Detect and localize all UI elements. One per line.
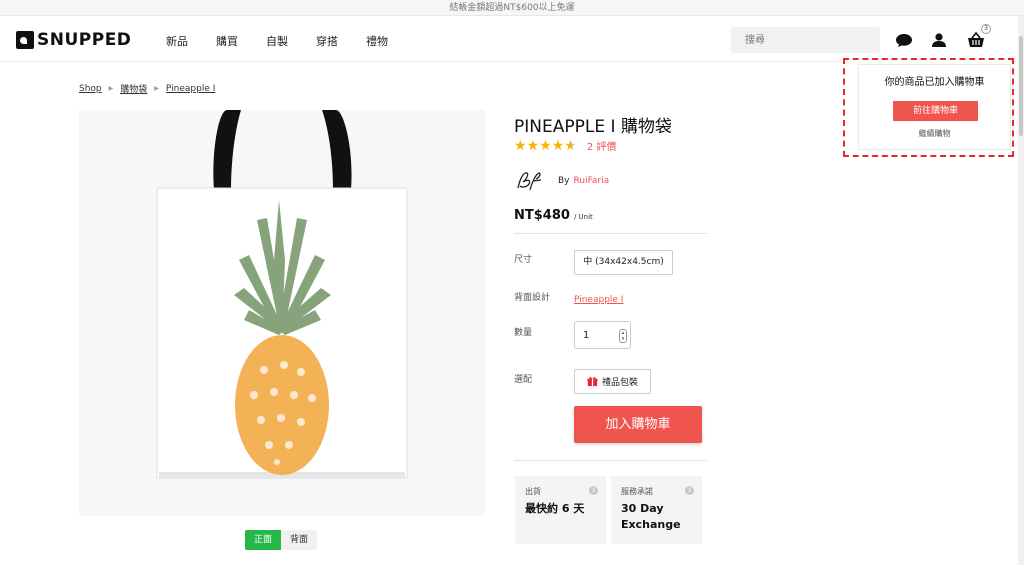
- nav-item-custom[interactable]: 自製: [266, 33, 288, 49]
- info-icon[interactable]: i: [589, 486, 598, 495]
- star-icon: ★: [526, 137, 540, 154]
- star-icon: ★: [539, 137, 552, 154]
- tote-bag-illustration: [156, 110, 408, 479]
- reviews-link[interactable]: 2 評價: [587, 138, 617, 153]
- nav-item-shop[interactable]: 購買: [216, 33, 238, 49]
- promo-bar: 結帳金額超過NT$600以上免運: [0, 0, 1024, 16]
- chat-icon[interactable]: [895, 31, 913, 49]
- price-value: NT$480: [514, 208, 570, 223]
- info-icon[interactable]: i: [685, 486, 694, 495]
- breadcrumb-separator-icon: ▶: [108, 85, 114, 92]
- product-title: PINEAPPLE I 購物袋: [514, 117, 672, 137]
- rating: ★ ★ ★ ★ ★ 2 評價: [514, 137, 617, 154]
- cart-icon[interactable]: [967, 31, 985, 49]
- gift-wrap-button[interactable]: 禮品包裝: [574, 369, 651, 394]
- spinner-arrows-icon[interactable]: ▴ ▾: [619, 329, 627, 343]
- price: NT$480/ Unit: [514, 208, 593, 223]
- user-icon[interactable]: [930, 31, 948, 49]
- breadcrumb: Shop ▶ 購物袋 ▶ Pineapple I: [79, 82, 215, 96]
- star-icon: ★: [551, 137, 565, 154]
- service-value: 30 Day Exchange: [621, 502, 681, 531]
- breadcrumb-shop[interactable]: Shop: [79, 84, 102, 94]
- quantity-value: 1: [583, 330, 590, 341]
- service-info-box: 服務承諾 30 Day Exchange i: [611, 476, 702, 544]
- artist-info: By RuiFaria: [514, 168, 609, 194]
- quantity-label: 數量: [514, 328, 533, 338]
- shipping-info-box: 出貨 最快約 6 天 i: [515, 476, 606, 544]
- quantity-stepper[interactable]: 1 ▴ ▾: [574, 321, 631, 349]
- logo-mark-icon: [16, 31, 34, 49]
- extras-label: 選配: [514, 375, 533, 385]
- gift-icon: [587, 377, 598, 387]
- price-unit: / Unit: [573, 213, 593, 221]
- back-design-label: 背面設計: [514, 293, 551, 303]
- site-header: SNUPPED 新品 購買 自製 穿搭 禮物 3: [0, 16, 1018, 62]
- gift-wrap-label: 禮品包裝: [601, 378, 638, 388]
- cart-added-popup-highlight: 你的商品已加入購物車 前往購物車 繼續購物: [843, 58, 1014, 157]
- add-to-cart-button[interactable]: 加入購物車: [574, 406, 702, 443]
- service-label: 服務承諾: [621, 487, 653, 496]
- cart-count-badge: 3: [981, 24, 991, 34]
- logo[interactable]: SNUPPED: [16, 30, 131, 50]
- side-toggle: 正面 背面: [245, 530, 318, 550]
- breadcrumb-bags[interactable]: 購物袋: [120, 82, 147, 95]
- back-design-link[interactable]: Pineapple I: [574, 295, 623, 305]
- nav-item-gift[interactable]: 禮物: [366, 33, 388, 49]
- go-to-cart-button[interactable]: 前往購物車: [893, 101, 978, 121]
- artist-signature-logo[interactable]: [514, 168, 544, 194]
- cart-added-popup: 你的商品已加入購物車 前往購物車 繼續購物: [858, 64, 1011, 150]
- breadcrumb-separator-icon: ▶: [154, 85, 159, 92]
- by-label: By: [558, 176, 570, 186]
- main-nav: 新品 購買 自製 穿搭 禮物: [166, 33, 416, 49]
- artist-link[interactable]: RuiFaria: [574, 176, 610, 186]
- continue-shopping-link[interactable]: 繼續購物: [859, 128, 1010, 139]
- nav-item-outfit[interactable]: 穿搭: [316, 33, 338, 49]
- back-side-button[interactable]: 背面: [281, 530, 318, 550]
- popup-title: 你的商品已加入購物車: [884, 77, 985, 88]
- scrollbar[interactable]: [1018, 16, 1024, 565]
- front-side-button[interactable]: 正面: [245, 530, 282, 550]
- shipping-label: 出貨: [525, 487, 541, 496]
- breadcrumb-product[interactable]: Pineapple I: [166, 84, 215, 94]
- logo-text: SNUPPED: [37, 30, 132, 50]
- half-star-icon: ★: [564, 137, 577, 154]
- size-label: 尺寸: [514, 255, 533, 265]
- divider: [514, 233, 707, 234]
- product-image[interactable]: [79, 110, 485, 516]
- star-icon: ★: [514, 137, 527, 154]
- search-input[interactable]: [731, 27, 880, 53]
- nav-item-new[interactable]: 新品: [166, 33, 188, 49]
- divider: [514, 460, 707, 461]
- scrollbar-thumb[interactable]: [1019, 36, 1023, 136]
- size-select-button[interactable]: 中 (34x42x4.5cm): [574, 250, 673, 275]
- shipping-value: 最快約 6 天: [525, 502, 585, 515]
